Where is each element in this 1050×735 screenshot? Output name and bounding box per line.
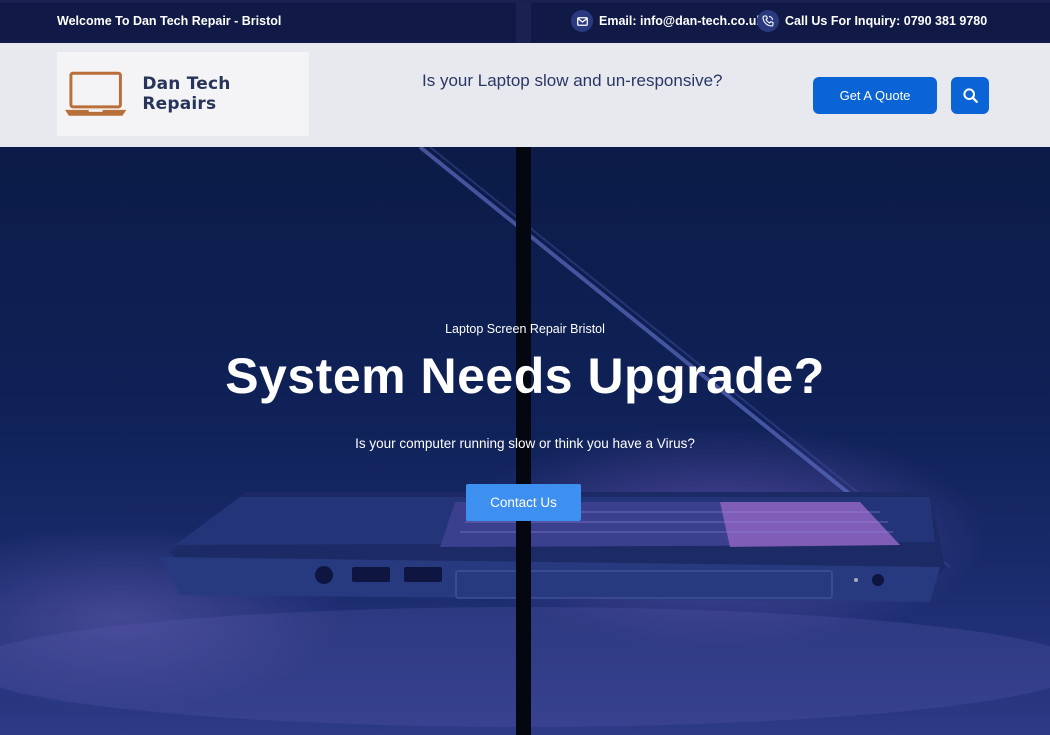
phone-icon — [757, 10, 779, 32]
hero-banner: Laptop Screen Repair Bristol System Need… — [0, 147, 1050, 735]
header-tagline: Is your Laptop slow and un-responsive? — [422, 71, 723, 90]
phone-label[interactable]: Call Us For Inquiry: 0790 381 9780 — [785, 14, 987, 28]
get-quote-button[interactable]: Get A Quote — [813, 77, 937, 114]
hero-subtitle: Laptop Screen Repair Bristol — [445, 322, 605, 336]
phone-contact[interactable]: Call Us For Inquiry: 0790 381 9780 — [757, 10, 987, 32]
search-button[interactable] — [951, 77, 989, 114]
contact-us-button[interactable]: Contact Us — [466, 484, 581, 521]
welcome-text: Welcome To Dan Tech Repair - Bristol — [57, 14, 282, 28]
top-bar-divider — [516, 3, 531, 46]
brand-name: Dan Tech Repairs — [142, 74, 231, 114]
site-header: Dan Tech Repairs Is your Laptop slow and… — [0, 43, 1050, 147]
email-contact[interactable]: Email: info@dan-tech.co.uk — [571, 10, 763, 32]
site-logo[interactable]: Dan Tech Repairs — [57, 52, 309, 136]
laptop-logo-icon — [64, 71, 127, 116]
hero-description: Is your computer running slow or think y… — [355, 436, 695, 451]
search-icon — [962, 88, 978, 103]
top-bar: Welcome To Dan Tech Repair - Bristol Ema… — [0, 0, 1050, 46]
email-label[interactable]: Email: info@dan-tech.co.uk — [599, 14, 763, 28]
envelope-icon — [571, 10, 593, 32]
hero-title: System Needs Upgrade? — [225, 348, 825, 404]
